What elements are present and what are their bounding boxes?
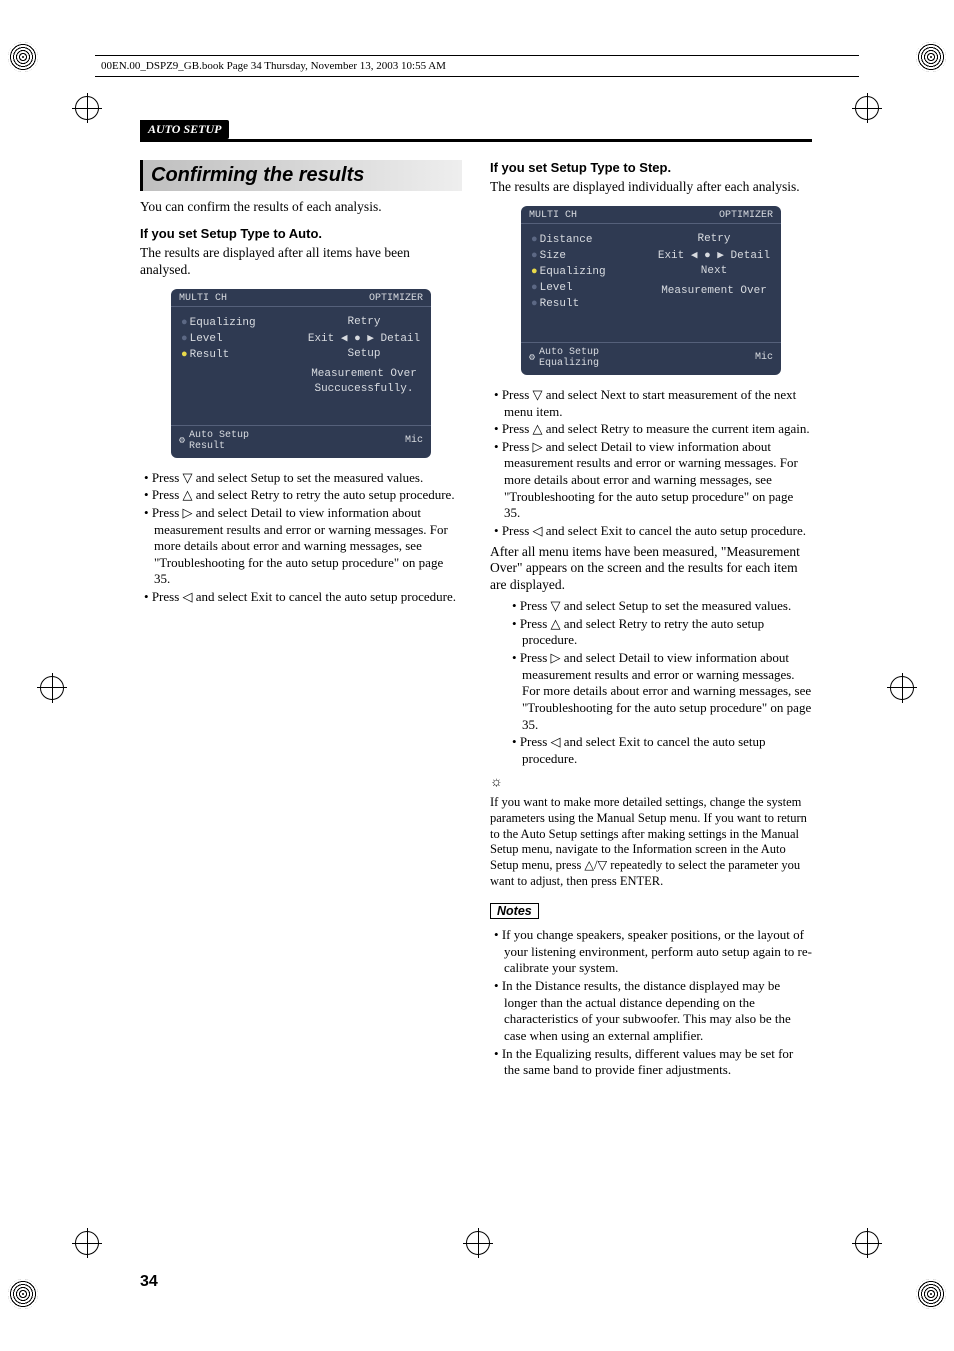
osd-footer-right: Mic [755, 352, 773, 363]
osd-footer: ⚙ Auto Setup Equalizing Mic [521, 342, 781, 369]
osd-screenshot-auto: MULTI CH OPTIMIZER Equalizing Level Resu… [171, 289, 431, 458]
page: 00EN.00_DSPZ9_GB.book Page 34 Thursday, … [0, 0, 954, 1351]
content-region: AUTO SETUP Confirming the results You ca… [140, 120, 812, 1083]
bullet-list-step-1: Press ▽ and select Next to start measure… [490, 387, 812, 540]
osd-row: Result [531, 298, 653, 310]
osd-line: Exit ◀ ● ▶ Detail [303, 331, 425, 345]
note-item: If you change speakers, speaker position… [494, 927, 812, 977]
osd-line: Exit ◀ ● ▶ Detail [653, 248, 775, 262]
page-number: 34 [140, 1273, 158, 1291]
crop-decoration [8, 1279, 38, 1309]
bullet-item: Press ▷ and select Detail to view inform… [494, 439, 812, 522]
subtext-step: The results are displayed individually a… [490, 179, 812, 196]
osd-footer-left: ⚙ Auto Setup Equalizing [529, 347, 599, 369]
osd-menu-list: Distance Size Equalizing Level Result [527, 230, 653, 340]
osd-row: Level [181, 333, 303, 345]
bullet-item: Press ▽ and select Next to start measure… [494, 387, 812, 420]
osd-titlebar: MULTI CH OPTIMIZER [171, 289, 431, 307]
osd-titlebar: MULTI CH OPTIMIZER [521, 206, 781, 224]
after-measure-text: After all menu items have been measured,… [490, 544, 812, 595]
section-tab: AUTO SETUP [140, 120, 229, 139]
two-column-layout: Confirming the results You can confirm t… [140, 160, 812, 1083]
note-item: In the Distance results, the distance di… [494, 978, 812, 1045]
subheading-step: If you set Setup Type to Step. [490, 160, 812, 175]
subtext-auto: The results are displayed after all item… [140, 245, 462, 279]
left-column: Confirming the results You can confirm t… [140, 160, 462, 1083]
bullet-item: Press ◁ and select Exit to cancel the au… [494, 523, 812, 540]
osd-title-left: MULTI CH [529, 210, 577, 221]
osd-menu-list: Equalizing Level Result [177, 313, 303, 423]
osd-right-panel: Retry Exit ◀ ● ▶ Detail Next Measurement… [653, 230, 775, 340]
bullet-item: Press ▷ and select Detail to view inform… [144, 505, 462, 588]
heading-box: Confirming the results [140, 160, 462, 191]
crop-target-bottom [855, 1231, 879, 1255]
running-header-text: 00EN.00_DSPZ9_GB.book Page 34 Thursday, … [101, 60, 446, 72]
osd-line: Next [653, 265, 775, 277]
notes-label: Notes [490, 903, 539, 919]
osd-title-right: OPTIMIZER [719, 210, 773, 221]
osd-footer-title2: Result [189, 441, 225, 452]
bullet-item: Press ◁ and select Exit to cancel the au… [512, 734, 812, 767]
osd-line: Measurement Over [653, 285, 775, 297]
bullet-item: Press △ and select Retry to retry the au… [144, 487, 462, 504]
bullet-item: Press △ and select Retry to measure the … [494, 421, 812, 438]
osd-row: Equalizing [531, 266, 653, 278]
subheading-auto: If you set Setup Type to Auto. [140, 226, 462, 241]
tip-icon: ☼ [490, 775, 812, 791]
note-item: In the Equalizing results, different val… [494, 1046, 812, 1079]
right-column: If you set Setup Type to Step. The resul… [490, 160, 812, 1083]
crop-target-left [40, 676, 64, 700]
bullet-item: Press △ and select Retry to retry the au… [512, 616, 812, 649]
osd-footer-title2: Equalizing [539, 358, 599, 369]
osd-line: Retry [303, 316, 425, 328]
osd-line: Succucessfully. [303, 383, 425, 395]
crop-decoration [8, 42, 38, 72]
gear-icon: ⚙ [179, 435, 185, 447]
osd-footer-right: Mic [405, 435, 423, 446]
crop-target-bottom-center [466, 1231, 490, 1255]
notes-list: If you change speakers, speaker position… [490, 927, 812, 1079]
running-header: 00EN.00_DSPZ9_GB.book Page 34 Thursday, … [95, 55, 859, 77]
osd-body: Distance Size Equalizing Level Result Re… [521, 224, 781, 342]
tip-text: If you want to make more detailed settin… [490, 795, 812, 889]
osd-footer-title1: Auto Setup [539, 347, 599, 358]
bullet-item: Press ◁ and select Exit to cancel the au… [144, 589, 462, 606]
crop-decoration [916, 42, 946, 72]
osd-footer-left: ⚙ Auto Setup Result [179, 430, 249, 452]
osd-title-left: MULTI CH [179, 293, 227, 304]
bullet-list-step-2: Press ▽ and select Setup to set the meas… [490, 598, 812, 767]
crop-decoration [916, 1279, 946, 1309]
gear-icon: ⚙ [529, 352, 535, 364]
osd-title-right: OPTIMIZER [369, 293, 423, 304]
bullet-item: Press ▷ and select Detail to view inform… [512, 650, 812, 733]
section-tab-row: AUTO SETUP [140, 120, 812, 142]
osd-row: Distance [531, 234, 653, 246]
bullet-item: Press ▽ and select Setup to set the meas… [144, 470, 462, 487]
crop-target-right [890, 676, 914, 700]
osd-row: Result [181, 349, 303, 361]
osd-footer-title1: Auto Setup [189, 430, 249, 441]
osd-row: Size [531, 250, 653, 262]
osd-footer: ⚙ Auto Setup Result Mic [171, 425, 431, 452]
osd-body: Equalizing Level Result Retry Exit ◀ ● ▶… [171, 307, 431, 425]
bullet-item: Press ▽ and select Setup to set the meas… [512, 598, 812, 615]
osd-row: Level [531, 282, 653, 294]
crop-target-top [75, 96, 99, 120]
osd-right-panel: Retry Exit ◀ ● ▶ Detail Setup Measuremen… [303, 313, 425, 423]
osd-line: Setup [303, 348, 425, 360]
intro-text: You can confirm the results of each anal… [140, 199, 462, 216]
crop-target-bottom [75, 1231, 99, 1255]
osd-line: Retry [653, 233, 775, 245]
osd-line: Measurement Over [303, 368, 425, 380]
osd-screenshot-step: MULTI CH OPTIMIZER Distance Size Equaliz… [521, 206, 781, 375]
bullet-list-auto: Press ▽ and select Setup to set the meas… [140, 470, 462, 606]
osd-row: Equalizing [181, 317, 303, 329]
crop-target-top [855, 96, 879, 120]
